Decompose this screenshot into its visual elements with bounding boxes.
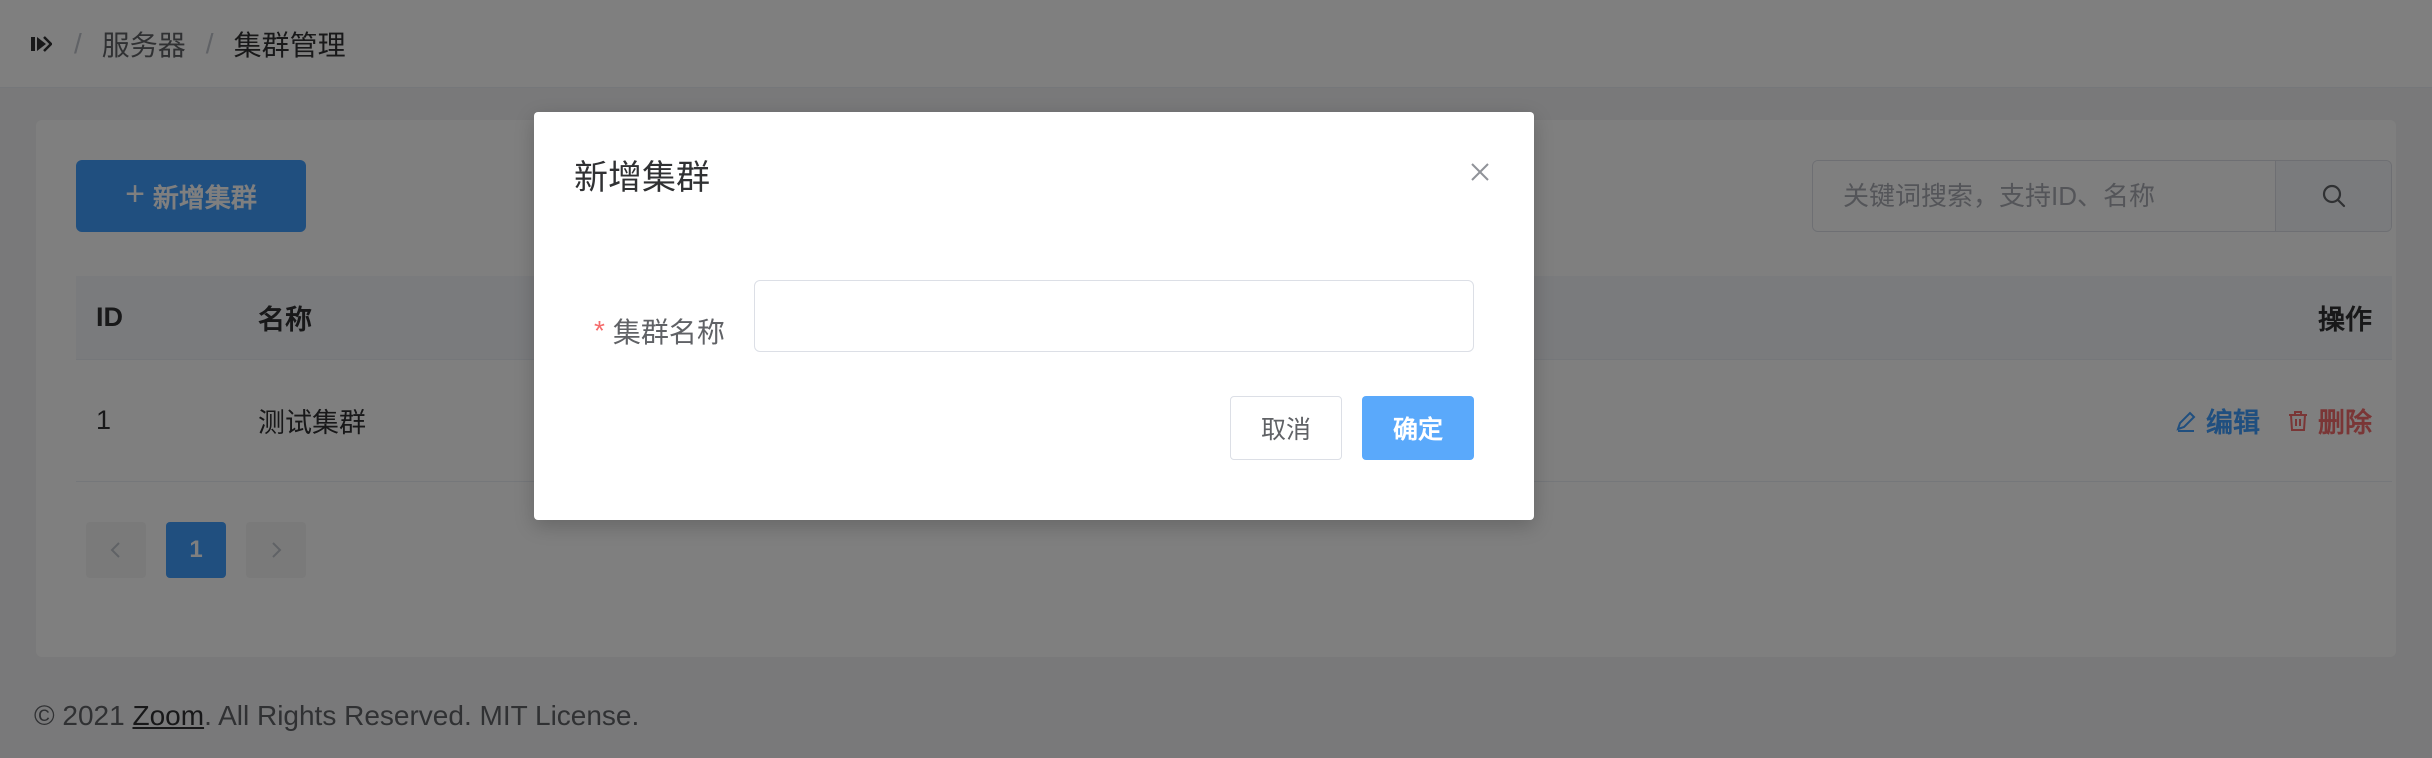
close-button[interactable]	[1462, 154, 1498, 190]
add-cluster-dialog: 新增集群 * 集群名称 取消 确定	[534, 112, 1534, 520]
required-mark: *	[594, 315, 605, 346]
close-icon	[1471, 163, 1489, 181]
cancel-button[interactable]: 取消	[1230, 396, 1342, 460]
cluster-name-label-text: 集群名称	[612, 317, 725, 348]
page: / 服务器 / 集群管理 + 新增集群 ID 名称 操作 1 测试集群	[0, 0, 2432, 758]
dialog-title: 新增集群	[574, 159, 710, 197]
confirm-button[interactable]: 确定	[1362, 396, 1474, 460]
cluster-name-input[interactable]	[754, 280, 1474, 352]
cluster-name-label: * 集群名称	[594, 296, 725, 366]
